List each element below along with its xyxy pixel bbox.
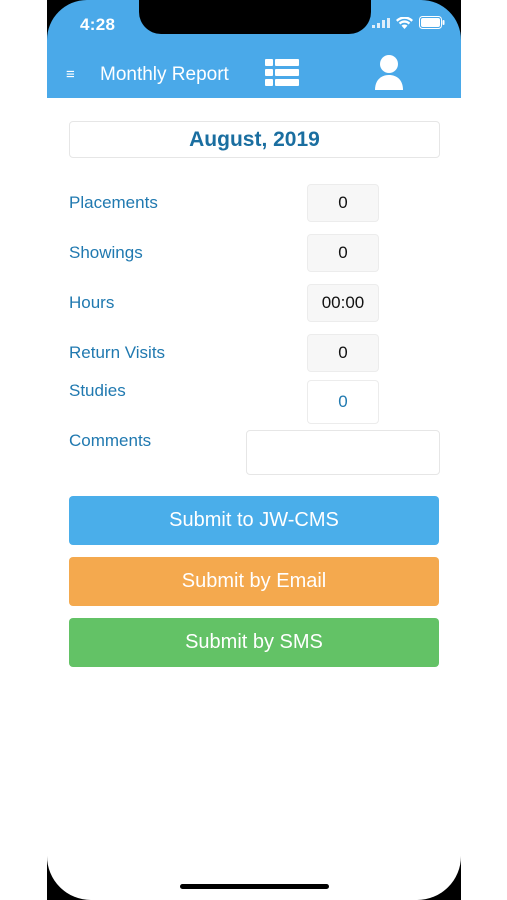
studies-field[interactable]: 0 (307, 380, 379, 424)
bezel-right (460, 0, 507, 900)
home-indicator[interactable] (180, 884, 329, 889)
hours-label: Hours (69, 293, 115, 312)
comments-label: Comments (69, 431, 152, 450)
wifi-icon (396, 16, 413, 29)
showings-label: Showings (69, 243, 143, 262)
studies-label: Studies (69, 381, 126, 400)
screen: 4:28 ≡ Monthly Report August, 2019 Place… (0, 0, 507, 900)
menu-icon[interactable]: ≡ (66, 67, 75, 82)
page-title: Monthly Report (100, 64, 229, 85)
status-icons (372, 16, 445, 29)
bezel-left (0, 0, 47, 900)
submit-sms-button[interactable]: Submit by SMS (69, 618, 439, 667)
placements-field[interactable]: 0 (307, 184, 379, 222)
list-icon[interactable] (265, 59, 299, 87)
submit-email-button[interactable]: Submit by Email (69, 557, 439, 606)
device-notch (139, 0, 371, 34)
placements-label: Placements (69, 193, 158, 212)
return-visits-field[interactable]: 0 (307, 334, 379, 372)
showings-field[interactable]: 0 (307, 234, 379, 272)
hours-field[interactable]: 00:00 (307, 284, 379, 322)
return-visits-label: Return Visits (69, 343, 166, 362)
battery-icon (419, 16, 445, 29)
comments-field[interactable] (246, 430, 440, 475)
status-time: 4:28 (80, 15, 116, 34)
user-icon[interactable] (373, 54, 405, 91)
month-selector[interactable]: August, 2019 (69, 121, 440, 158)
submit-cms-button[interactable]: Submit to JW-CMS (69, 496, 439, 545)
signal-icon (372, 17, 390, 28)
